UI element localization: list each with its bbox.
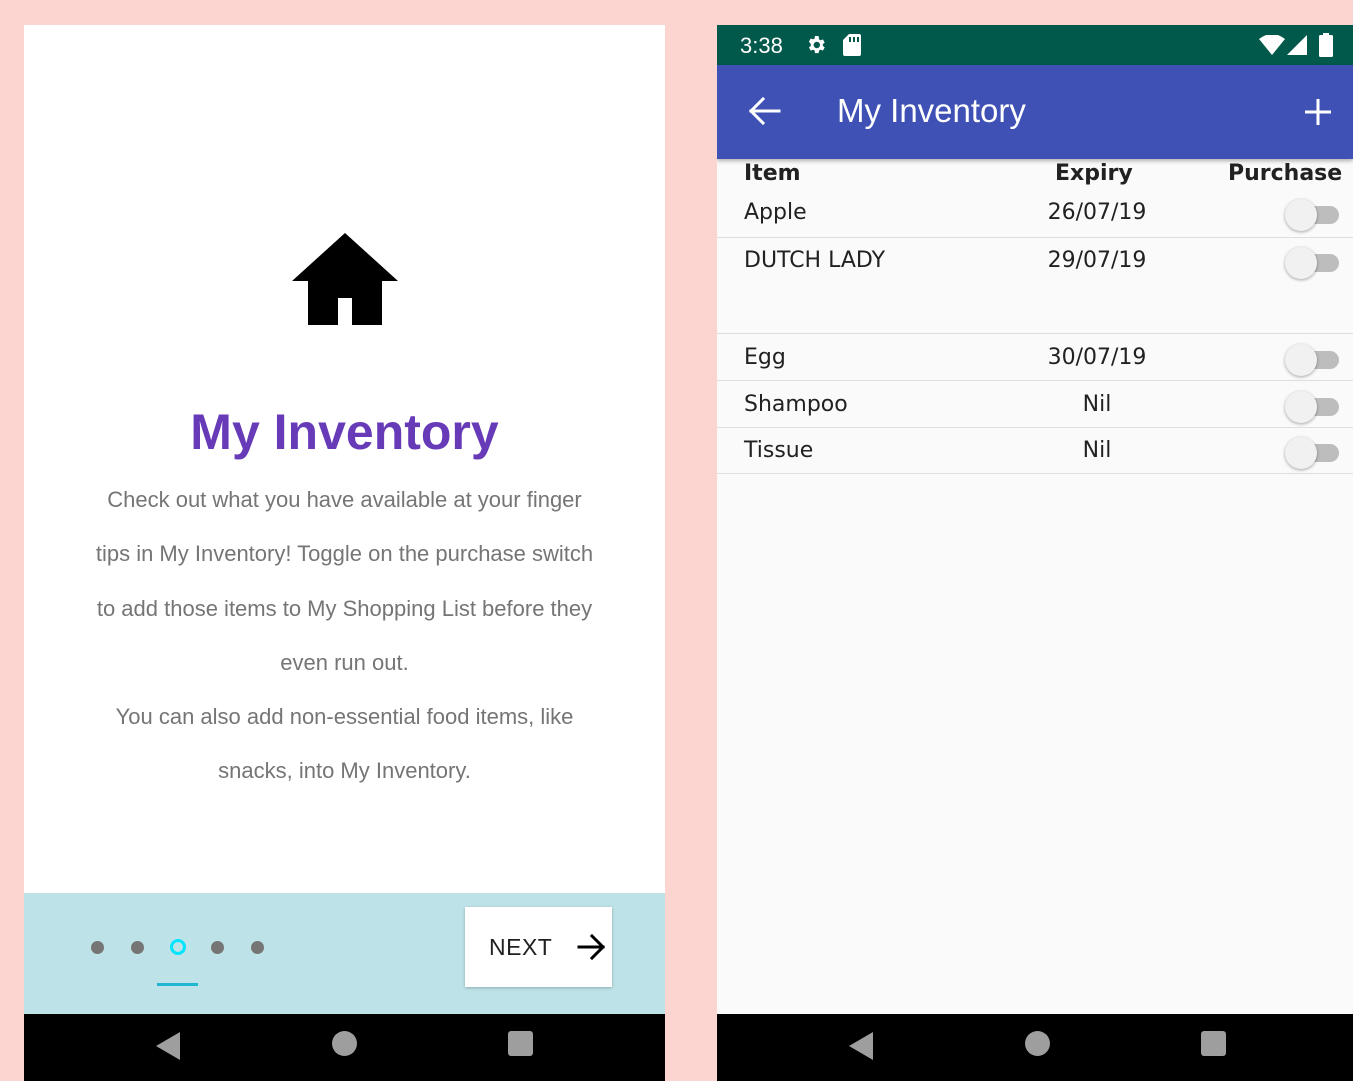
status-bar: 3:38	[717, 25, 1353, 65]
description-line: to add those items to My Shopping List b…	[96, 595, 593, 621]
item-name: Tissue	[744, 438, 814, 463]
arrow-back-icon[interactable]	[747, 96, 781, 126]
recents-square-icon[interactable]	[1201, 1031, 1226, 1056]
table-row[interactable]: Shampoo Nil	[717, 389, 1353, 428]
battery-icon	[1319, 33, 1333, 57]
status-time: 3:38	[740, 33, 783, 58]
description-line: even run out.	[280, 649, 409, 675]
page-dot-3-active[interactable]	[170, 939, 186, 955]
item-name: Egg	[744, 345, 786, 370]
table-row[interactable]: Apple 26/07/19	[717, 197, 1353, 238]
page-dot-4[interactable]	[211, 941, 224, 954]
page-dot-1[interactable]	[91, 941, 104, 954]
item-expiry: Nil	[1082, 438, 1112, 463]
arrow-forward-icon	[577, 933, 606, 961]
item-expiry: 26/07/19	[1047, 200, 1147, 225]
back-triangle-icon[interactable]	[847, 1030, 875, 1062]
table-row[interactable]: Tissue Nil	[717, 435, 1353, 474]
description-line: snacks, into My Inventory.	[218, 758, 471, 784]
system-nav-bar	[717, 1014, 1353, 1081]
purchase-switch[interactable]	[1285, 389, 1341, 423]
back-triangle-icon[interactable]	[154, 1030, 182, 1062]
description-line: You can also add non-essential food item…	[115, 704, 574, 730]
signal-icon	[1287, 35, 1307, 55]
app-bar: My Inventory	[717, 65, 1353, 159]
table-row[interactable]: DUTCH LADY 29/07/19	[717, 245, 1353, 334]
description-line: Check out what you have available at you…	[107, 487, 582, 512]
system-nav-bar	[24, 1014, 665, 1081]
onboarding-screen: My Inventory Check out what you have ava…	[24, 25, 665, 1081]
onboarding-footer: NEXT	[24, 893, 665, 1014]
column-header-purchase: Purchase	[1228, 161, 1343, 186]
onboarding-description: Check out what you have available at you…	[74, 473, 615, 799]
home-icon	[292, 233, 398, 325]
item-name: Shampoo	[744, 392, 848, 417]
onboarding-title: My Inventory	[190, 404, 499, 460]
purchase-switch[interactable]	[1285, 342, 1341, 376]
next-button[interactable]: NEXT	[465, 907, 612, 987]
sd-card-icon	[843, 34, 861, 56]
home-circle-icon[interactable]	[332, 1031, 357, 1056]
settings-icon	[808, 36, 825, 54]
purchase-switch[interactable]	[1285, 197, 1341, 231]
item-name: Apple	[744, 200, 807, 225]
column-header-item: Item	[744, 161, 801, 186]
table-row[interactable]: Egg 30/07/19	[717, 342, 1353, 381]
next-button-label: NEXT	[489, 933, 553, 960]
add-icon[interactable]	[1303, 97, 1333, 127]
recents-square-icon[interactable]	[508, 1031, 533, 1056]
table-header: Item Expiry Purchase	[717, 159, 1353, 195]
item-expiry: Nil	[1082, 392, 1112, 417]
description-line: tips in My Inventory! Toggle on the purc…	[95, 541, 594, 567]
item-expiry: 29/07/19	[1047, 248, 1147, 273]
item-expiry: 30/07/19	[1047, 345, 1147, 370]
home-circle-icon[interactable]	[1025, 1031, 1050, 1056]
item-name: DUTCH LADY	[744, 248, 886, 273]
page-dot-5[interactable]	[251, 941, 264, 954]
column-header-expiry: Expiry	[1055, 161, 1133, 186]
purchase-switch[interactable]	[1285, 435, 1341, 469]
app-bar-title: My Inventory	[837, 92, 1026, 129]
page-dot-2[interactable]	[131, 941, 144, 954]
inventory-screen: 3:38 My Inventory Item Expiry Purchase A…	[717, 25, 1353, 1081]
page-indicator-underline	[157, 983, 198, 986]
purchase-switch[interactable]	[1285, 245, 1341, 279]
wifi-icon	[1259, 35, 1285, 55]
